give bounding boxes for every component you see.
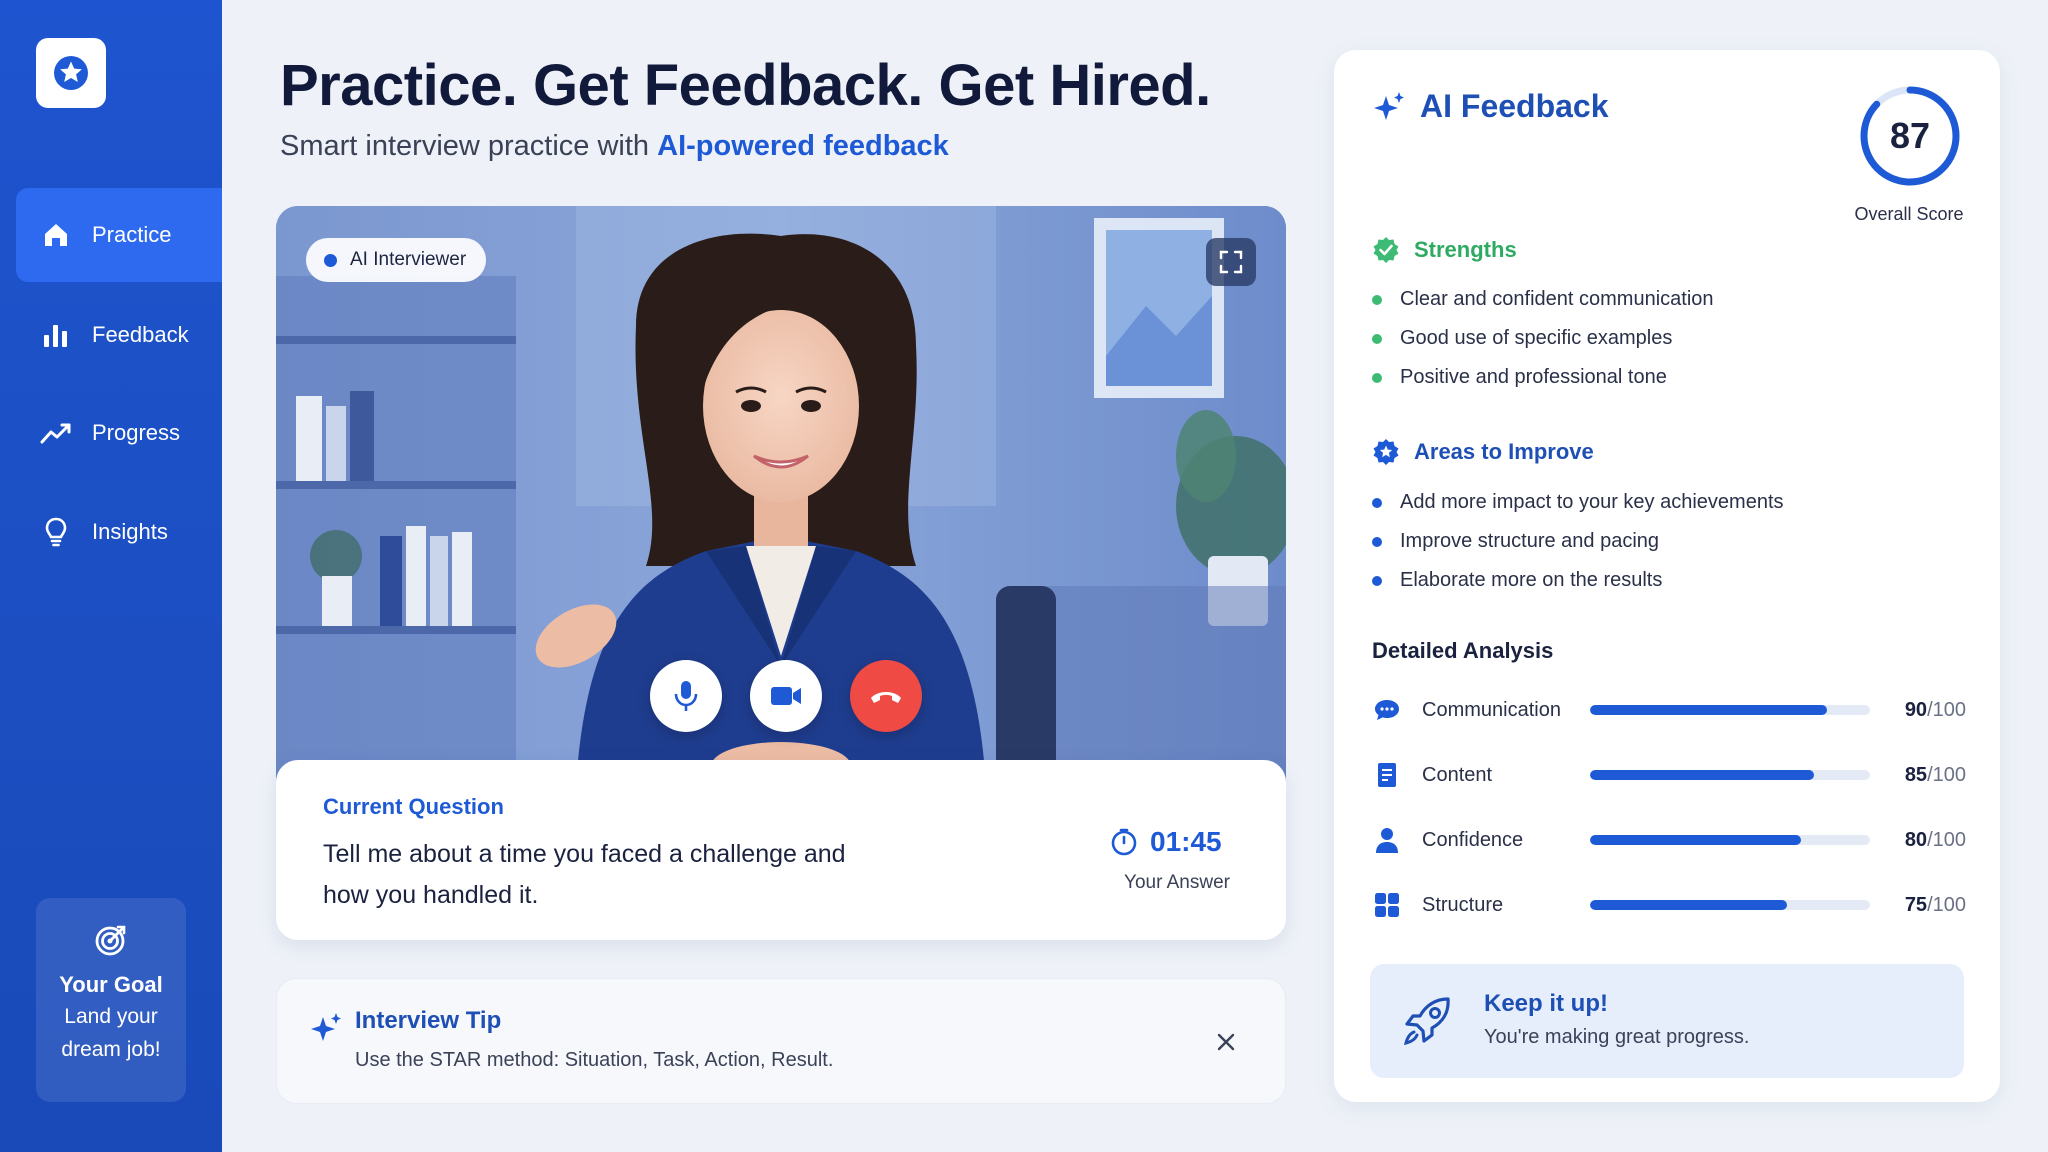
- lightbulb-icon: [40, 516, 72, 548]
- subtitle-text: Smart interview practice with: [280, 130, 658, 162]
- person-icon: [1372, 825, 1402, 855]
- metric-bar-fill: [1590, 900, 1788, 910]
- question-text: Tell me about a time you faced a challen…: [323, 840, 846, 909]
- metric-bar-track: [1590, 770, 1870, 780]
- strengths-title: Strengths: [1414, 237, 1517, 262]
- sidebar-item-label: Feedback: [92, 322, 189, 347]
- microphone-icon: [674, 681, 698, 711]
- home-icon: [40, 219, 72, 251]
- bar-chart-icon: [40, 319, 72, 351]
- metric-bar-track: [1590, 705, 1870, 715]
- metric-name: Confidence: [1422, 828, 1524, 851]
- metric-content: Content 85/100: [1372, 755, 1966, 795]
- close-icon: [1217, 1033, 1235, 1051]
- encouragement-text: You're making great progress.: [1484, 1026, 1750, 1048]
- chat-icon: [1372, 695, 1402, 725]
- subtitle-accent: AI-powered feedback: [657, 130, 949, 162]
- app-logo[interactable]: [36, 38, 106, 108]
- clock-icon: [1111, 828, 1137, 856]
- overall-score-label: Overall Score: [1854, 204, 1964, 224]
- ai-interviewer-label: AI Interviewer: [350, 249, 467, 270]
- trend-icon: [40, 417, 72, 449]
- end-call-icon: [871, 692, 901, 703]
- list-item: Improve structure and pacing: [1372, 522, 1784, 561]
- metric-bar-fill: [1590, 835, 1801, 845]
- star-icon: [54, 56, 88, 90]
- sidebar-item-feedback[interactable]: Feedback: [16, 288, 222, 382]
- grid-icon: [1372, 890, 1402, 920]
- metric-bar-fill: [1590, 770, 1814, 780]
- improve-title: Areas to Improve: [1414, 439, 1594, 464]
- encouragement-card: Keep it up! You're making great progress…: [1370, 964, 1964, 1078]
- metric-name: Structure: [1422, 893, 1504, 916]
- metric-name: Communication: [1422, 698, 1561, 721]
- check-circle-icon: [1373, 237, 1399, 263]
- camera-icon: [771, 687, 801, 705]
- timer-value: 01:45: [1150, 826, 1222, 857]
- analysis-title: Detailed Analysis: [1372, 638, 1554, 663]
- strengths-list: Clear and confident communication Good u…: [1372, 280, 1714, 397]
- metric-confidence: Confidence 80/100: [1372, 820, 1966, 860]
- metric-structure: Structure 75/100: [1372, 885, 1966, 925]
- page-title: Practice. Get Feedback. Get Hired.: [280, 53, 1211, 118]
- list-item: Positive and professional tone: [1372, 358, 1714, 397]
- list-item: Elaborate more on the results: [1372, 561, 1784, 600]
- metric-bar-track: [1590, 835, 1870, 845]
- metric-communication: Communication 90/100: [1372, 690, 1966, 730]
- sidebar-item-label: Practice: [92, 222, 172, 247]
- sidebar-item-insights[interactable]: Insights: [16, 485, 222, 579]
- metric-score: 85/100: [1904, 763, 1966, 786]
- list-item: Clear and confident communication: [1372, 280, 1714, 319]
- metric-bar-fill: [1590, 705, 1827, 715]
- page-subtitle: Smart interview practice with AI-powered…: [280, 130, 949, 163]
- list-item: Good use of specific examples: [1372, 319, 1714, 358]
- live-dot: [324, 253, 337, 267]
- expand-icon: [1219, 250, 1243, 274]
- improve-list: Add more impact to your key achievements…: [1372, 483, 1784, 600]
- metric-bar-track: [1590, 900, 1870, 910]
- sidebar-item-label: Insights: [92, 519, 168, 544]
- answer-timer: 01:45: [1110, 826, 1222, 858]
- rocket-icon: [1403, 997, 1450, 1046]
- improve-header: Areas to Improve: [1372, 438, 1594, 466]
- document-icon: [1372, 760, 1402, 790]
- encouragement-title: Keep it up!: [1484, 990, 1608, 1017]
- sparkle-icon: [311, 1013, 341, 1041]
- question-label: Current Question: [323, 794, 504, 819]
- list-item: Add more impact to your key achievements: [1372, 483, 1784, 522]
- tip-title: Interview Tip: [355, 1007, 502, 1034]
- star-badge-icon: [1373, 439, 1399, 465]
- close-tip-button[interactable]: [1211, 1027, 1241, 1057]
- sidebar-item-practice[interactable]: Practice: [16, 188, 222, 282]
- metric-score: 75/100: [1904, 893, 1966, 916]
- panel-title: AI Feedback: [1420, 88, 1609, 124]
- ai-feedback-panel: AI Feedback 87 Overall Score Strengths C…: [1334, 50, 2000, 1102]
- sparkle-icon: [1374, 91, 1404, 120]
- strengths-header: Strengths: [1372, 236, 1517, 264]
- sidebar: Practice Feedback Progress Insights Your…: [0, 0, 222, 1152]
- tip-text: Use the STAR method: Situation, Task, Ac…: [355, 1049, 834, 1071]
- metric-name: Content: [1422, 763, 1493, 786]
- sidebar-item-label: Progress: [92, 420, 181, 445]
- interview-tip-card: Interview Tip Use the STAR method: Situa…: [276, 978, 1286, 1104]
- end-call-button[interactable]: [850, 660, 922, 732]
- overall-score-value: 87: [1889, 115, 1931, 156]
- target-icon: [95, 925, 126, 956]
- goal-title: Your Goal: [59, 972, 163, 997]
- microphone-button[interactable]: [650, 660, 722, 732]
- sidebar-item-progress[interactable]: Progress: [16, 386, 222, 480]
- panel-header: AI Feedback: [1372, 88, 1609, 125]
- current-question-card: Current Question Tell me about a time yo…: [276, 760, 1286, 940]
- fullscreen-button[interactable]: [1206, 238, 1256, 286]
- camera-button[interactable]: [750, 660, 822, 732]
- timer-label: Your Answer: [1124, 872, 1230, 893]
- metric-score: 90/100: [1904, 698, 1966, 721]
- goal-text: Land your dream job!: [61, 1005, 161, 1061]
- goal-card: Your Goal Land your dream job!: [36, 898, 186, 1102]
- metric-score: 80/100: [1904, 828, 1966, 851]
- video-feed[interactable]: AI Interviewer: [276, 206, 1286, 786]
- ai-interviewer-badge: AI Interviewer: [306, 238, 487, 282]
